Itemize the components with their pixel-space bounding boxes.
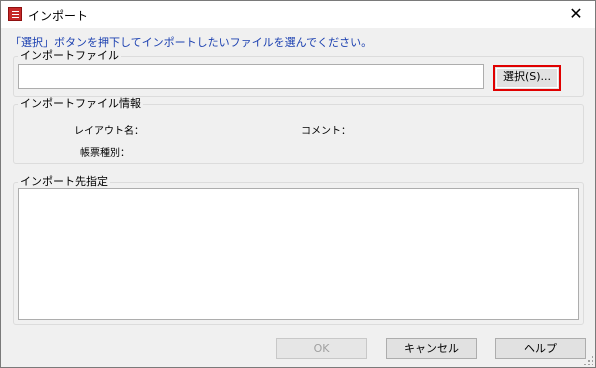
import-target-legend: インポート先指定: [18, 175, 110, 189]
comment-label: コメント：: [301, 126, 351, 137]
import-dialog: インポート ✕ 「選択」ボタンを押下してインポートしたいファイルを選んでください…: [0, 0, 596, 368]
select-file-button[interactable]: 選択(S)...: [493, 65, 561, 91]
table-icon: [8, 7, 22, 21]
close-icon[interactable]: ✕: [563, 3, 589, 25]
import-file-legend: インポートファイル: [18, 49, 121, 63]
import-target-list[interactable]: [18, 188, 579, 320]
ok-button[interactable]: OK: [276, 338, 367, 359]
cancel-button[interactable]: キャンセル: [386, 338, 477, 359]
window-title: インポート: [28, 9, 89, 23]
instruction-text: 「選択」ボタンを押下してインポートしたいファイルを選んでください。: [10, 36, 373, 49]
layout-name-label: レイアウト名：: [74, 126, 144, 137]
form-type-label: 帳票種別：: [80, 148, 130, 159]
title-bar: インポート ✕: [1, 1, 595, 28]
file-path-field[interactable]: [18, 64, 484, 89]
file-info-legend: インポートファイル情報: [18, 97, 143, 111]
help-button[interactable]: ヘルプ: [495, 338, 586, 359]
